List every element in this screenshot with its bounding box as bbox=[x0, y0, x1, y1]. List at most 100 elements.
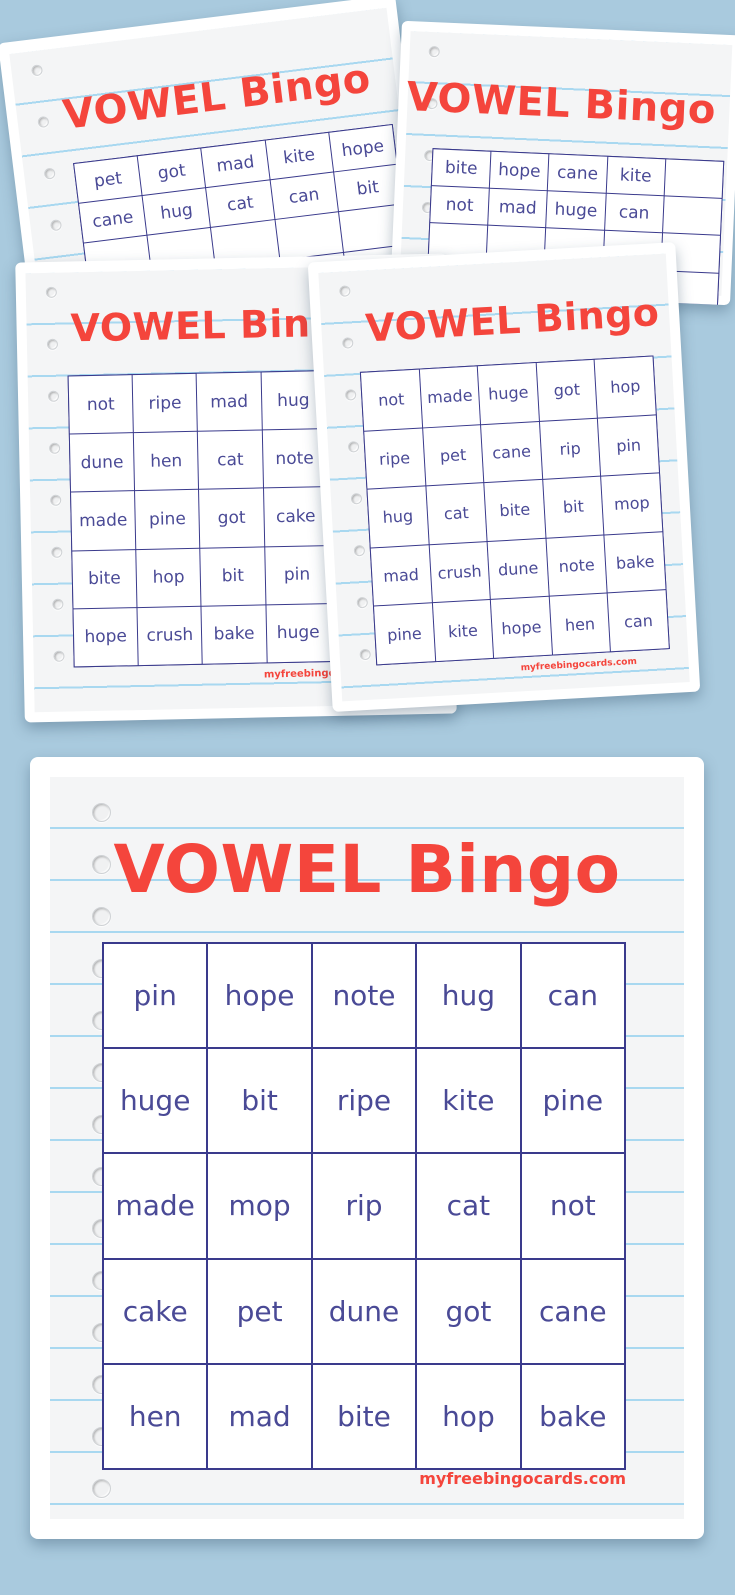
bingo-cell[interactable]: hope bbox=[73, 607, 138, 667]
bingo-cell[interactable]: pine bbox=[521, 1049, 624, 1153]
bingo-cell[interactable]: pin bbox=[104, 944, 207, 1048]
punch-hole-icon bbox=[30, 64, 44, 77]
bingo-cell[interactable]: cane bbox=[481, 421, 542, 483]
bingo-cell[interactable]: dune bbox=[487, 538, 549, 600]
bingo-card-thumbnail-4[interactable]: VOWEL Bingo not made huge got hop ripe pet cane… bbox=[307, 242, 701, 712]
bingo-cell[interactable]: huge bbox=[546, 191, 606, 231]
bingo-cell[interactable]: ripe bbox=[132, 373, 198, 433]
bingo-cell[interactable]: hug bbox=[417, 944, 520, 1048]
bingo-cell[interactable]: hen bbox=[104, 1364, 207, 1468]
bingo-cell[interactable]: hope bbox=[329, 125, 397, 172]
bingo-cell[interactable]: bake bbox=[201, 605, 267, 664]
bingo-cell[interactable]: bit bbox=[208, 1049, 311, 1153]
punch-hole-icon bbox=[53, 650, 65, 662]
bingo-cell[interactable]: bite bbox=[484, 480, 546, 541]
bingo-cell[interactable]: cake bbox=[263, 487, 329, 547]
bingo-cell[interactable]: bake bbox=[604, 532, 666, 593]
bingo-cell[interactable]: hope bbox=[490, 151, 549, 191]
bingo-cell[interactable]: made bbox=[104, 1154, 207, 1258]
bingo-cell[interactable]: hug bbox=[367, 486, 429, 548]
bingo-cell[interactable] bbox=[662, 196, 722, 236]
bingo-cell[interactable]: can bbox=[604, 193, 664, 233]
punch-hole-icon bbox=[428, 45, 440, 58]
bingo-cell[interactable]: rip bbox=[539, 418, 601, 480]
bingo-cell[interactable]: not bbox=[521, 1154, 624, 1258]
bingo-cell[interactable]: mad bbox=[201, 140, 270, 188]
bingo-cell[interactable]: kite bbox=[432, 600, 494, 662]
bingo-cell[interactable]: cat bbox=[206, 180, 275, 228]
bingo-cell[interactable]: hop bbox=[417, 1364, 520, 1468]
bingo-cell[interactable]: cane bbox=[521, 1259, 624, 1363]
bingo-cell[interactable]: cane bbox=[79, 196, 147, 243]
bingo-grid: pin hope note hug can huge bit ripe kite pine made… bbox=[102, 942, 626, 1470]
bingo-cell[interactable]: ripe bbox=[312, 1049, 416, 1153]
bingo-cell[interactable]: dune bbox=[312, 1259, 416, 1363]
bingo-cell[interactable]: mad bbox=[196, 372, 262, 431]
bingo-cell[interactable]: can bbox=[608, 590, 669, 652]
bingo-cell[interactable]: cat bbox=[417, 1154, 520, 1258]
bingo-cell[interactable]: pin bbox=[264, 545, 330, 605]
punch-hole-icon bbox=[49, 219, 63, 232]
bingo-cell[interactable]: bite bbox=[312, 1364, 416, 1468]
bingo-cell[interactable]: huge bbox=[104, 1049, 207, 1153]
bingo-card-main[interactable]: VOWEL Bingo pin hope note hug can huge bit ripe… bbox=[30, 757, 704, 1539]
bingo-cell[interactable]: kite bbox=[417, 1049, 520, 1153]
bingo-cell[interactable]: bite bbox=[431, 149, 491, 188]
bingo-cell[interactable]: note bbox=[312, 944, 416, 1048]
bingo-cell[interactable]: got bbox=[199, 488, 264, 548]
bingo-cell[interactable]: note bbox=[546, 535, 608, 597]
bingo-cell[interactable]: hen bbox=[549, 593, 611, 655]
bingo-cell[interactable]: kite bbox=[606, 156, 666, 196]
bingo-cell[interactable]: cat bbox=[198, 430, 263, 490]
bingo-cell[interactable]: ripe bbox=[364, 428, 425, 489]
bingo-cell[interactable]: huge bbox=[477, 363, 539, 424]
bingo-cell[interactable]: pine bbox=[135, 490, 200, 549]
bingo-cell[interactable]: pin bbox=[598, 415, 659, 476]
brand-footer[interactable]: myfreebingocards.com bbox=[419, 1469, 626, 1488]
bingo-cell[interactable]: crush bbox=[137, 606, 203, 666]
bingo-cell[interactable]: got bbox=[137, 148, 206, 196]
bingo-cell[interactable]: mop bbox=[208, 1154, 311, 1258]
bingo-cell[interactable]: not bbox=[360, 369, 422, 431]
bingo-cell[interactable]: pet bbox=[422, 424, 484, 486]
bingo-cell[interactable]: hop bbox=[136, 548, 201, 607]
bingo-cell[interactable]: got bbox=[417, 1259, 520, 1363]
bingo-cell[interactable]: made bbox=[419, 366, 481, 428]
bingo-cell[interactable]: hope bbox=[208, 944, 311, 1048]
bingo-cell[interactable]: hope bbox=[491, 597, 552, 658]
bingo-cell[interactable]: kite bbox=[265, 132, 333, 180]
bingo-cell[interactable]: bit bbox=[200, 547, 266, 606]
bingo-cell[interactable]: rip bbox=[312, 1154, 416, 1258]
punch-hole-icon bbox=[350, 492, 363, 505]
bingo-cell[interactable]: cake bbox=[104, 1259, 207, 1363]
bingo-cell[interactable]: huge bbox=[266, 603, 331, 663]
bingo-cell[interactable]: crush bbox=[429, 541, 490, 603]
bingo-cell[interactable] bbox=[275, 212, 343, 260]
bingo-cell[interactable]: dune bbox=[69, 433, 135, 492]
bingo-cell[interactable]: cat bbox=[426, 483, 487, 545]
bingo-cell[interactable]: bit bbox=[333, 164, 402, 212]
bingo-cell[interactable]: pine bbox=[374, 603, 435, 665]
bingo-cell[interactable]: not bbox=[430, 186, 489, 226]
bingo-cell[interactable]: bit bbox=[543, 476, 604, 538]
bingo-cell[interactable]: can bbox=[521, 944, 624, 1048]
bingo-cell[interactable]: mop bbox=[601, 473, 663, 535]
bingo-cell[interactable] bbox=[664, 159, 724, 199]
bingo-cell[interactable]: bite bbox=[72, 549, 137, 609]
punch-hole-icon bbox=[92, 803, 111, 822]
bingo-cell[interactable]: hug bbox=[142, 188, 211, 236]
bingo-cell[interactable]: mad bbox=[370, 545, 432, 606]
bingo-cell[interactable]: pet bbox=[74, 156, 142, 203]
bingo-cell[interactable]: made bbox=[71, 491, 136, 551]
bingo-cell[interactable]: got bbox=[536, 359, 598, 421]
bingo-cell[interactable]: mad bbox=[488, 188, 548, 228]
bingo-cell[interactable]: pet bbox=[208, 1259, 311, 1363]
bingo-cell[interactable]: not bbox=[68, 375, 133, 434]
punch-hole-icon bbox=[52, 598, 64, 610]
bingo-cell[interactable]: hen bbox=[134, 431, 199, 491]
bingo-cell[interactable]: cane bbox=[548, 154, 607, 193]
bingo-cell[interactable]: can bbox=[270, 172, 338, 220]
bingo-cell[interactable]: hop bbox=[594, 356, 656, 418]
bingo-cell[interactable]: mad bbox=[208, 1364, 311, 1468]
bingo-cell[interactable]: bake bbox=[521, 1364, 624, 1468]
